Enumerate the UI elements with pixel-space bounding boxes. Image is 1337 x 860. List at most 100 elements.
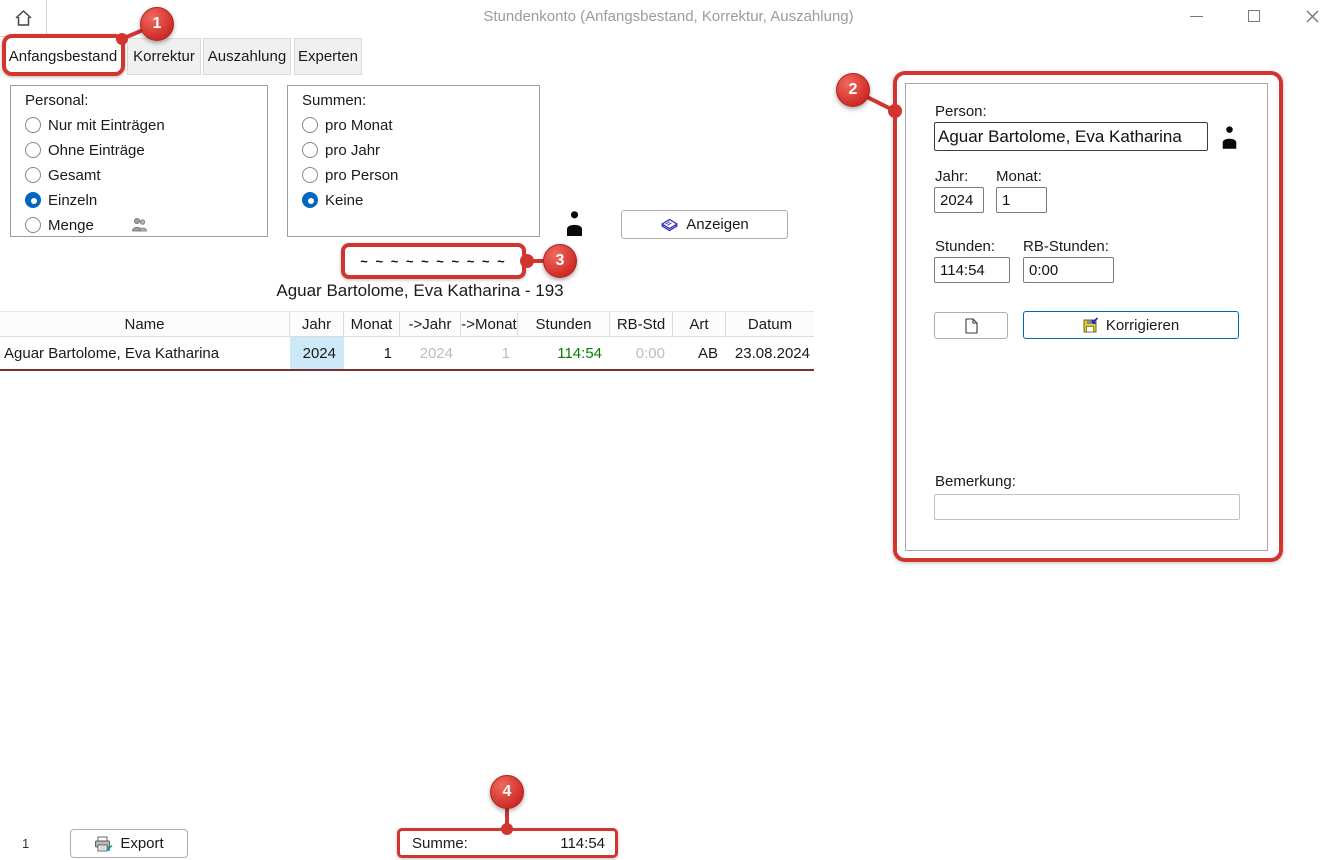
- radio-icon: [302, 167, 318, 183]
- table-row[interactable]: Aguar Bartolome, Eva Katharina 2024 1 20…: [0, 337, 814, 369]
- close-button[interactable]: [1289, 0, 1335, 32]
- radio-pro-jahr[interactable]: pro Jahr: [302, 139, 380, 161]
- personal-groupbox: Personal: Nur mit Einträgen Ohne Einträg…: [10, 85, 268, 237]
- home-button[interactable]: [0, 0, 47, 37]
- summe-box: Summe: 114:54: [397, 828, 618, 858]
- window-title: Stundenkonto (Anfangsbestand, Korrektur,…: [0, 8, 1337, 25]
- selected-person-heading: Aguar Bartolome, Eva Katharina - 193: [0, 281, 840, 301]
- person-input[interactable]: [934, 122, 1208, 151]
- radio-icon: [25, 167, 41, 183]
- tab-label: Auszahlung: [208, 48, 286, 65]
- callout-circle-3: 3: [543, 244, 577, 278]
- minimize-button[interactable]: [1173, 0, 1219, 32]
- cell-ziel-jahr[interactable]: 2024: [400, 337, 461, 369]
- record-count: 1: [22, 836, 29, 851]
- column-header-jahr[interactable]: Jahr: [290, 312, 344, 336]
- rb-stunden-input[interactable]: [1023, 257, 1114, 283]
- column-header-art[interactable]: Art: [673, 312, 726, 336]
- radio-label: Menge: [48, 217, 94, 234]
- radio-label: pro Jahr: [325, 142, 380, 159]
- radio-icon: [25, 117, 41, 133]
- radio-keine[interactable]: Keine: [302, 189, 363, 211]
- radio-icon-checked: [25, 192, 41, 208]
- callout-circle-1: 1: [140, 7, 174, 41]
- bemerkung-input[interactable]: [934, 494, 1240, 520]
- korrigieren-button[interactable]: Korrigieren: [1023, 311, 1239, 339]
- cell-name[interactable]: Aguar Bartolome, Eva Katharina: [0, 337, 290, 369]
- tab-label: Anfangsbestand: [9, 48, 117, 65]
- radio-icon: [25, 142, 41, 158]
- summe-value: 114:54: [560, 835, 605, 852]
- maximize-icon: [1248, 10, 1260, 22]
- person-icon[interactable]: [1220, 125, 1239, 149]
- anzeigen-button[interactable]: Anzeigen: [621, 210, 788, 239]
- titlebar: Stundenkonto (Anfangsbestand, Korrektur,…: [0, 0, 1337, 32]
- export-button[interactable]: Export: [70, 829, 188, 858]
- save-icon: [1083, 317, 1099, 333]
- anzeigen-label: Anzeigen: [686, 216, 749, 233]
- show-icon: [660, 217, 679, 232]
- person-selector-box[interactable]: ~ ~ ~ ~ ~ ~ ~ ~ ~ ~: [341, 243, 526, 279]
- jahr-label: Jahr:: [935, 168, 968, 185]
- radio-einzeln[interactable]: Einzeln: [25, 189, 97, 211]
- jahr-input[interactable]: [934, 187, 984, 213]
- radio-menge[interactable]: Menge: [25, 214, 94, 236]
- radio-label: pro Monat: [325, 117, 393, 134]
- radio-label: Keine: [325, 192, 363, 209]
- column-header-datum[interactable]: Datum: [726, 312, 814, 336]
- new-document-icon: [965, 318, 978, 334]
- cell-datum[interactable]: 23.08.2024: [726, 337, 814, 369]
- callout-circle-2: 2: [836, 73, 870, 107]
- cell-art[interactable]: AB: [673, 337, 726, 369]
- stundenkonto-window: Stundenkonto (Anfangsbestand, Korrektur,…: [0, 0, 1337, 860]
- results-table: Name Jahr Monat ->Jahr ->Monat Stunden R…: [0, 311, 814, 369]
- person-label: Person:: [935, 103, 987, 120]
- radio-gesamt[interactable]: Gesamt: [25, 164, 101, 186]
- radio-icon: [25, 217, 41, 233]
- radio-label: Gesamt: [48, 167, 101, 184]
- column-header-rb-std[interactable]: RB-Std: [610, 312, 673, 336]
- column-header-name[interactable]: Name: [0, 312, 290, 336]
- personal-group-label: Personal:: [25, 92, 88, 109]
- cell-rb-std[interactable]: 0:00: [610, 337, 673, 369]
- export-label: Export: [120, 835, 163, 852]
- tab-label: Korrektur: [133, 48, 195, 65]
- radio-label: Ohne Einträge: [48, 142, 145, 159]
- radio-nur-mit-eintraegen[interactable]: Nur mit Einträgen: [25, 114, 165, 136]
- table-bottom-line: [0, 369, 814, 371]
- maximize-button[interactable]: [1231, 0, 1277, 32]
- cell-monat[interactable]: 1: [344, 337, 400, 369]
- radio-pro-monat[interactable]: pro Monat: [302, 114, 393, 136]
- radio-label: Nur mit Einträgen: [48, 117, 165, 134]
- cell-jahr[interactable]: 2024: [290, 337, 344, 369]
- radio-label: Einzeln: [48, 192, 97, 209]
- stunden-input[interactable]: [934, 257, 1010, 283]
- korrigieren-label: Korrigieren: [1106, 317, 1179, 334]
- cell-ziel-monat[interactable]: 1: [461, 337, 518, 369]
- new-entry-button[interactable]: [934, 312, 1008, 339]
- radio-icon-checked: [302, 192, 318, 208]
- tab-anfangsbestand[interactable]: Anfangsbestand: [2, 38, 124, 75]
- summe-label: Summe:: [412, 835, 468, 852]
- minimize-icon: [1190, 16, 1203, 17]
- column-header-ziel-monat[interactable]: ->Monat: [461, 312, 518, 336]
- column-header-monat[interactable]: Monat: [344, 312, 400, 336]
- radio-ohne-eintraege[interactable]: Ohne Einträge: [25, 139, 145, 161]
- person-icon[interactable]: [564, 210, 585, 236]
- tab-experten[interactable]: Experten: [294, 38, 362, 75]
- tab-korrektur[interactable]: Korrektur: [127, 38, 201, 75]
- monat-label: Monat:: [996, 168, 1042, 185]
- column-header-ziel-jahr[interactable]: ->Jahr: [400, 312, 461, 336]
- radio-pro-person[interactable]: pro Person: [302, 164, 398, 186]
- close-icon: [1306, 10, 1319, 23]
- tab-label: Experten: [298, 48, 358, 65]
- column-header-stunden[interactable]: Stunden: [518, 312, 610, 336]
- monat-input[interactable]: [996, 187, 1047, 213]
- tab-auszahlung[interactable]: Auszahlung: [203, 38, 291, 75]
- selector-placeholder-text: ~ ~ ~ ~ ~ ~ ~ ~ ~ ~: [360, 254, 506, 269]
- printer-export-icon: [94, 836, 113, 852]
- table-header-row: Name Jahr Monat ->Jahr ->Monat Stunden R…: [0, 311, 814, 337]
- home-icon: [14, 9, 33, 27]
- radio-icon: [302, 142, 318, 158]
- cell-stunden[interactable]: 114:54: [518, 337, 610, 369]
